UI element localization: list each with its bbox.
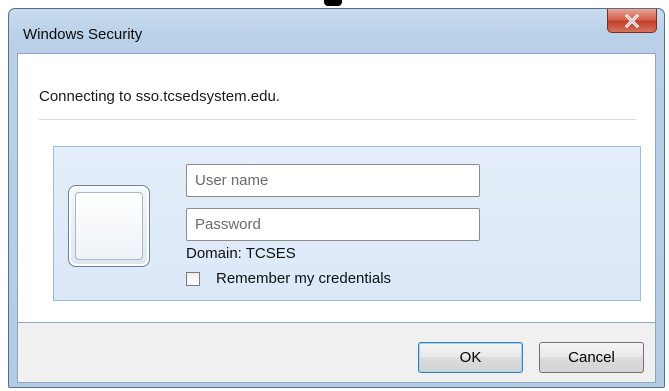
dialog-title: Windows Security [23,26,143,43]
close-icon [624,13,640,28]
remember-credentials-row[interactable]: Remember my credentials [186,270,391,287]
credential-panel: Domain: TCSES Remember my credentials [53,146,641,301]
cancel-button[interactable]: Cancel [539,342,644,373]
close-button[interactable] [607,9,657,33]
separator-line [39,119,636,120]
cropped-glyph [324,0,342,6]
title-bar: Windows Security [9,9,664,53]
ok-button[interactable]: OK [418,342,523,373]
dialog-content: Connecting to sso.tcsedsystem.edu. Domai… [17,53,656,323]
connecting-message: Connecting to sso.tcsedsystem.edu. [39,88,280,105]
domain-label: Domain: TCSES [186,245,296,262]
password-input[interactable] [186,208,480,241]
cropped-background [0,0,669,8]
button-bar: OK Cancel [17,323,656,383]
remember-checkbox[interactable] [186,271,200,286]
user-tile-icon [68,185,150,267]
windows-security-dialog: Windows Security Connecting to sso.tcsed… [8,8,665,388]
username-input[interactable] [186,164,480,197]
remember-label[interactable]: Remember my credentials [216,270,391,287]
